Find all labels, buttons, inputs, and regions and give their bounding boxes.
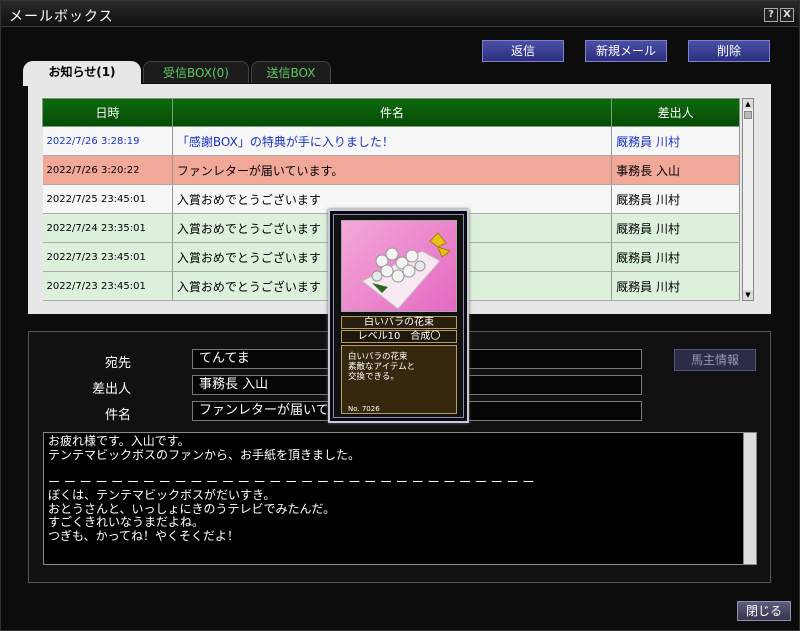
body-scrollbar[interactable]: [743, 432, 757, 565]
scroll-thumb[interactable]: [744, 111, 752, 119]
owner-info-button[interactable]: 馬主情報: [674, 349, 756, 371]
item-name: 白いバラの花束: [341, 316, 457, 329]
help-button[interactable]: ?: [764, 8, 778, 22]
item-level: レベル10 合成〇: [341, 330, 457, 343]
table-row[interactable]: 2022/7/26 3:20:22 ファンレターが届いています。 事務長 入山: [42, 155, 740, 185]
column-header-sender[interactable]: 差出人: [611, 98, 740, 127]
row-date: 2022/7/24 23:35:01: [42, 213, 173, 243]
row-date: 2022/7/26 3:20:22: [42, 155, 173, 185]
new-mail-button[interactable]: 新規メール: [585, 40, 667, 62]
mailbox-window: メールボックス ? X 返信 新規メール 削除 お知らせ(1) 受信BOX(0)…: [0, 0, 800, 631]
close-window-button[interactable]: X: [780, 8, 794, 22]
item-card-tooltip: 白いバラの花束 レベル10 合成〇 白いバラの花束 素敵なアイテムと 交換できる…: [328, 209, 469, 423]
item-number: No. 7026: [348, 405, 380, 413]
bouquet-icon: [341, 220, 457, 312]
row-sender: 厩務員 川村: [611, 242, 740, 272]
delete-button[interactable]: 削除: [688, 40, 770, 62]
scroll-up-arrow-icon[interactable]: ▲: [743, 99, 753, 109]
scroll-down-arrow-icon[interactable]: ▼: [743, 290, 753, 300]
item-description: 白いバラの花束 素敵なアイテムと 交換できる。: [341, 345, 457, 414]
column-header-subject[interactable]: 件名: [171, 98, 613, 127]
mail-body-text: お疲れ様です。入山です。 テンテマビックボスのファンから、お手紙を頂きました。 …: [43, 432, 757, 565]
table-row[interactable]: 2022/7/26 3:28:19 「感謝BOX」の特典が手に入りました！ 厩務…: [42, 126, 740, 156]
row-subject: 「感謝BOX」の特典が手に入りました！: [172, 126, 613, 156]
window-title: メールボックス: [9, 9, 114, 25]
title-bar: メールボックス ? X: [1, 1, 799, 27]
row-sender: 厩務員 川村: [611, 213, 740, 243]
list-scrollbar[interactable]: ▲ ▼: [742, 98, 754, 301]
subject-label: 件名: [104, 408, 131, 423]
close-button[interactable]: 閉じる: [737, 601, 791, 621]
reply-button[interactable]: 返信: [482, 40, 564, 62]
tab-notices[interactable]: お知らせ(1): [23, 61, 141, 86]
row-sender: 厩務員 川村: [611, 271, 740, 301]
tab-inbox[interactable]: 受信BOX(0): [143, 61, 249, 83]
row-date: 2022/7/23 23:45:01: [42, 271, 173, 301]
row-subject: ファンレターが届いています。: [172, 155, 613, 185]
to-label: 宛先: [104, 356, 131, 371]
tab-sent[interactable]: 送信BOX: [251, 61, 331, 83]
row-sender: 事務長 入山: [611, 155, 740, 185]
row-sender: 厩務員 川村: [611, 126, 740, 156]
row-sender: 厩務員 川村: [611, 184, 740, 214]
row-date: 2022/7/25 23:45:01: [42, 184, 173, 214]
row-date: 2022/7/23 23:45:01: [42, 242, 173, 272]
table-header-row: 日時 件名 差出人: [42, 98, 740, 127]
from-label: 差出人: [91, 382, 131, 397]
column-header-date[interactable]: 日時: [42, 98, 173, 127]
row-date: 2022/7/26 3:28:19: [42, 126, 173, 156]
item-card-frame: 白いバラの花束 レベル10 合成〇 白いバラの花束 素敵なアイテムと 交換できる…: [333, 214, 464, 418]
